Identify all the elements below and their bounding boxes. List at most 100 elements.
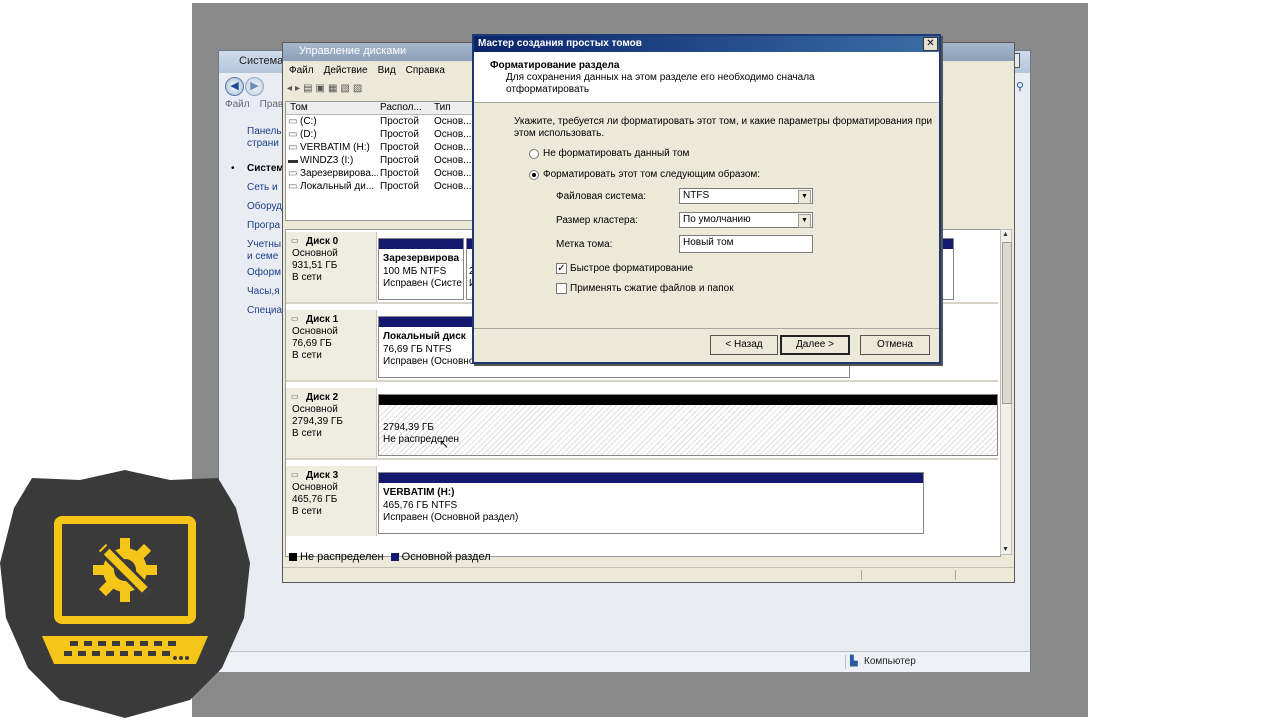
computer-icon: ▙ xyxy=(850,656,858,667)
disk-state: В сети xyxy=(292,428,322,439)
compression-checkbox[interactable] xyxy=(556,283,567,294)
table-row[interactable]: ▭ (D:) Простой Основ... xyxy=(286,129,476,142)
wizard-header: Форматирование раздела Для сохранения да… xyxy=(474,52,939,103)
mouse-cursor-icon: ↖ xyxy=(439,437,450,451)
disk-row: ▭ Диск 3 Основной 465,76 ГБ В сети VERBA… xyxy=(286,466,998,536)
partition[interactable] xyxy=(942,238,954,300)
chevron-down-icon[interactable]: ▼ xyxy=(798,190,811,204)
menu-action[interactable]: Действие xyxy=(324,65,368,76)
table-row[interactable]: ▭ VERBATIM (H:) Простой Основ... xyxy=(286,142,476,155)
sidebar-link[interactable]: Панель xyxy=(247,126,282,137)
refresh-icon[interactable]: ▧ xyxy=(340,83,352,94)
partition[interactable]: VERBATIM (H:) 465,76 ГБ NTFS Исправен (О… xyxy=(378,472,924,534)
disk-icon: ▭ xyxy=(291,392,299,401)
table-row[interactable]: ▬ WINDZ3 (I:) Простой Основ... xyxy=(286,155,476,168)
scroll-thumb[interactable] xyxy=(1002,242,1012,404)
help-icon[interactable]: ▣ xyxy=(316,83,328,94)
vertical-scrollbar[interactable]: ▲ ▼ xyxy=(1000,229,1012,555)
filesystem-select[interactable]: NTFS ▼ xyxy=(679,188,813,204)
quick-format-label[interactable]: Быстрое форматирование xyxy=(570,263,693,274)
unallocated-partition[interactable]: 2794,39 ГБ Не распределен xyxy=(378,394,998,456)
list-icon[interactable]: ▤ xyxy=(303,83,315,94)
legend: Не распределен Основной раздел xyxy=(289,551,491,563)
quick-format-checkbox[interactable]: ✓ xyxy=(556,263,567,274)
back-icon[interactable]: ◂ xyxy=(287,83,295,94)
disk-state: В сети xyxy=(292,506,322,517)
sidebar-link-current[interactable]: Систем xyxy=(247,163,284,174)
menu-edit[interactable]: Прав xyxy=(260,99,284,110)
radio-format[interactable] xyxy=(529,170,539,180)
scroll-down-icon[interactable]: ▼ xyxy=(1002,546,1009,553)
forward-icon[interactable]: ▸ xyxy=(295,83,303,94)
disk-label[interactable]: ▭ Диск 2 Основной 2794,39 ГБ В сети xyxy=(286,388,377,458)
sidebar-link[interactable]: страни xyxy=(247,138,279,149)
disk-label[interactable]: ▭ Диск 1 Основной 76,69 ГБ В сети xyxy=(286,310,377,380)
status-computer-label: Компьютер xyxy=(864,656,916,667)
column-header-volume[interactable]: Том xyxy=(290,102,308,113)
menu-help[interactable]: Справка xyxy=(406,65,445,76)
sidebar-link[interactable]: Оборуд xyxy=(247,201,282,212)
cell-layout: Простой xyxy=(380,155,419,166)
disk-label[interactable]: ▭ Диск 3 Основной 465,76 ГБ В сети xyxy=(286,466,377,536)
volume-label-input[interactable]: Новый том xyxy=(679,235,813,253)
search-icon[interactable]: ⚲ xyxy=(1016,80,1028,93)
disk-label[interactable]: ▭ Диск 0 Основной 931,51 ГБ В сети xyxy=(286,232,377,302)
radio-no-format-label[interactable]: Не форматировать данный том xyxy=(543,148,689,159)
legend-primary: Основной раздел xyxy=(401,551,491,563)
disk-state: В сети xyxy=(292,272,322,283)
menu-file[interactable]: Файл xyxy=(289,65,314,76)
disk-kind: Основной xyxy=(292,404,338,415)
partition-bar xyxy=(943,239,953,249)
back-arrow-icon[interactable]: ◀ xyxy=(225,77,244,96)
partition-fs: 100 МБ NTFS xyxy=(383,266,447,277)
disk-size: 76,69 ГБ xyxy=(292,338,332,349)
disk-name: Диск 1 xyxy=(306,314,339,325)
disk-name: Диск 3 xyxy=(306,470,339,481)
radio-format-label[interactable]: Форматировать этот том следующим образом… xyxy=(543,169,760,180)
column-header-layout[interactable]: Распол... xyxy=(380,102,422,113)
properties-icon[interactable]: ▦ xyxy=(328,83,340,94)
cluster-size-select[interactable]: По умолчанию ▼ xyxy=(679,212,813,228)
partition[interactable]: Зарезервирова 100 МБ NTFS Исправен (Сист… xyxy=(378,238,464,300)
settings-icon[interactable]: ▨ xyxy=(353,83,365,94)
next-button[interactable]: Далее > xyxy=(780,335,850,355)
cell-type: Основ... xyxy=(434,129,472,140)
wizard-dialog: Мастер создания простых томов ✕ Форматир… xyxy=(472,34,941,364)
menu-view[interactable]: Вид xyxy=(378,65,396,76)
cell-type: Основ... xyxy=(434,116,472,127)
radio-no-format[interactable] xyxy=(529,149,539,159)
filesystem-value: NTFS xyxy=(683,190,710,201)
disk-management-menu: Файл Действие Вид Справка xyxy=(289,65,455,76)
scroll-up-icon[interactable]: ▲ xyxy=(1002,231,1009,238)
column-header-type[interactable]: Тип xyxy=(434,102,451,113)
partition-title: Локальный диск xyxy=(383,331,466,342)
back-button[interactable]: < Назад xyxy=(710,335,778,355)
compression-label[interactable]: Применять сжатие файлов и папок xyxy=(570,283,734,294)
menu-file[interactable]: Файл xyxy=(225,99,250,110)
sidebar-link[interactable]: Оформ xyxy=(247,267,281,278)
volume-label-label: Метка тома: xyxy=(556,239,613,250)
sidebar-link[interactable]: Специа xyxy=(247,305,282,316)
sidebar-link[interactable]: Програ xyxy=(247,220,280,231)
cell-layout: Простой xyxy=(380,142,419,153)
disk-row: ▭ Диск 2 Основной 2794,39 ГБ В сети 2794… xyxy=(286,388,998,460)
disk-name: Диск 2 xyxy=(306,392,339,403)
partition-title: VERBATIM (H:) xyxy=(383,487,455,498)
partition-status: Исправен (Основной xyxy=(383,356,480,367)
sidebar-link[interactable]: и семе xyxy=(247,251,278,262)
forward-arrow-icon[interactable]: ▶ xyxy=(245,77,264,96)
legend-swatch-unallocated xyxy=(289,553,297,562)
cancel-button[interactable]: Отмена xyxy=(860,335,930,355)
partition-fs: 465,76 ГБ NTFS xyxy=(383,500,458,511)
table-row[interactable]: ▭ Зарезервирова... Простой Основ... xyxy=(286,168,476,181)
partition-status: Исправен (Основной раздел) xyxy=(383,512,519,523)
table-row[interactable]: ▭ (C:) Простой Основ... xyxy=(286,116,476,129)
volume-list-header: Том Распол... Тип xyxy=(286,102,476,115)
table-row[interactable]: ▭ Локальный ди... Простой Основ... xyxy=(286,181,476,194)
sidebar-link[interactable]: Часы,я xyxy=(247,286,280,297)
close-button[interactable]: ✕ xyxy=(923,37,938,51)
disk-kind: Основной xyxy=(292,326,338,337)
chevron-down-icon[interactable]: ▼ xyxy=(798,214,811,228)
sidebar-link[interactable]: Учетны xyxy=(247,239,281,250)
sidebar-link[interactable]: Сеть и xyxy=(247,182,278,193)
